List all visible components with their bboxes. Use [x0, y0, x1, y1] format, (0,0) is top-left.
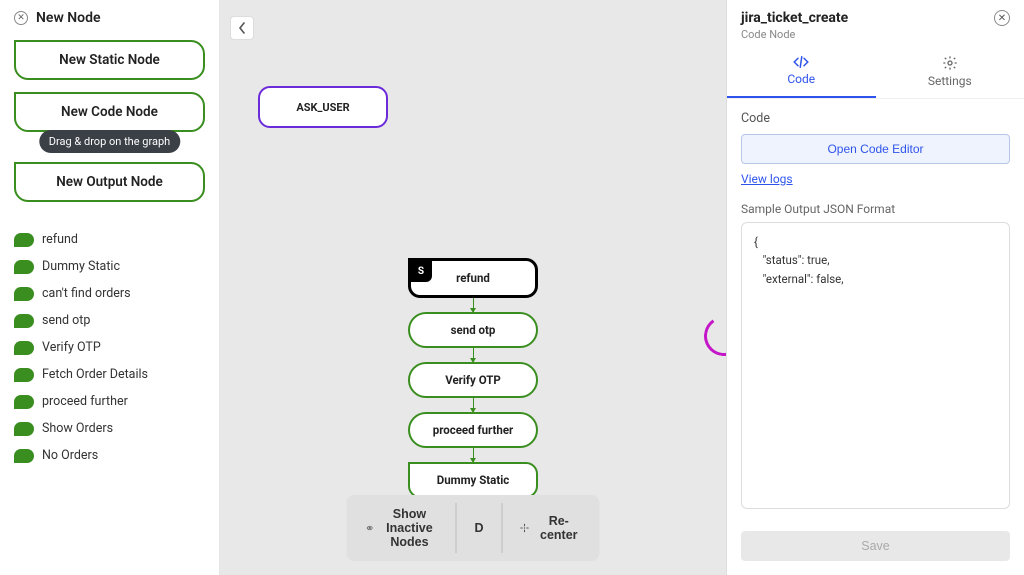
sample-output-label: Sample Output JSON Format [741, 202, 1010, 216]
leaf-icon [14, 287, 34, 301]
flow-node-verify-otp[interactable]: Verify OTP [408, 362, 538, 398]
node-item-dummy-static[interactable]: Dummy Static [14, 259, 205, 274]
new-static-label: New Static Node [59, 52, 160, 68]
new-output-node-button[interactable]: New Output Node [14, 162, 205, 202]
panel-subtitle: Code Node [741, 28, 848, 41]
node-label: Fetch Order Details [42, 367, 148, 382]
open-code-editor-button[interactable]: Open Code Editor [741, 134, 1010, 164]
new-code-label: New Code Node [61, 104, 158, 120]
leaf-icon [14, 341, 34, 355]
leaf-icon [14, 449, 34, 463]
flow-node-proceed-further[interactable]: proceed further [408, 412, 538, 448]
new-code-wrap: New Code Node Drag & drop on the graph [14, 92, 205, 144]
tab-code[interactable]: Code [727, 45, 876, 98]
connector-icon [473, 348, 474, 362]
node-label: Show Orders [42, 421, 113, 436]
tab-settings[interactable]: Settings [876, 45, 1024, 98]
sidebar-header: ✕ New Node [14, 10, 205, 26]
node-item-no-orders[interactable]: No Orders [14, 448, 205, 463]
node-item-refund[interactable]: refund [14, 232, 205, 247]
connector-icon [473, 298, 474, 312]
node-label: proceed further [42, 394, 128, 409]
node-label: Verify OTP [42, 340, 101, 355]
refund-tag: S [410, 260, 432, 282]
connector-icon [473, 398, 474, 412]
node-item-send-otp[interactable]: send otp [14, 313, 205, 328]
gear-icon [942, 55, 958, 71]
node-label: send otp [42, 313, 90, 328]
leaf-icon [14, 422, 34, 436]
save-label: Save [861, 539, 890, 553]
back-button[interactable] [230, 16, 254, 40]
panel-footer: Save [727, 521, 1024, 575]
node-item-verify-otp[interactable]: Verify OTP [14, 340, 205, 355]
node-label: can't find orders [42, 286, 131, 301]
panel-tabs: Code Settings [727, 45, 1024, 99]
close-panel-icon[interactable]: ✕ [994, 10, 1010, 26]
eye-icon [367, 521, 373, 535]
node-item-cant-find-orders[interactable]: can't find orders [14, 286, 205, 301]
tab-settings-label: Settings [928, 74, 972, 88]
show-inactive-button[interactable]: Show Inactive Nodes [359, 503, 446, 553]
view-logs-link[interactable]: View logs [741, 172, 1010, 186]
open-editor-label: Open Code Editor [827, 142, 923, 156]
code-icon [792, 55, 810, 69]
flow-label: Verify OTP [445, 373, 501, 387]
flow-node-send-otp[interactable]: send otp [408, 312, 538, 348]
flow-label: send otp [451, 323, 496, 337]
leaf-icon [14, 314, 34, 328]
flow-node-refund[interactable]: S refund [408, 258, 538, 298]
recenter-label: Re-center [538, 514, 579, 542]
panel-title: jira_ticket_create [741, 10, 848, 26]
canvas-toolbar: Show Inactive Nodes D Re-center [347, 495, 600, 561]
node-label: refund [42, 232, 78, 247]
flow-node-dummy-static[interactable]: Dummy Static [408, 462, 538, 498]
right-panel: jira_ticket_create Code Node ✕ Code Sett… [726, 0, 1024, 575]
new-output-label: New Output Node [56, 174, 163, 190]
node-list: refund Dummy Static can't find orders se… [14, 232, 205, 463]
d-button[interactable]: D [466, 503, 491, 553]
sample-json-box[interactable]: { "status": true, "external": false, [741, 222, 1010, 509]
canvas[interactable]: ASK_USER S refund send otp Verify OTP pr… [220, 0, 726, 575]
node-item-fetch-order-details[interactable]: Fetch Order Details [14, 367, 205, 382]
flow-label: proceed further [433, 423, 514, 437]
flow-label: Dummy Static [437, 473, 510, 487]
node-label: Dummy Static [42, 259, 120, 274]
new-static-node-button[interactable]: New Static Node [14, 40, 205, 80]
ask-user-node[interactable]: ASK_USER [258, 86, 388, 128]
show-inactive-label: Show Inactive Nodes [381, 507, 438, 549]
ask-user-label: ASK_USER [296, 101, 349, 114]
right-panel-header: jira_ticket_create Code Node ✕ [727, 0, 1024, 45]
panel-body: Code Open Code Editor View logs Sample O… [727, 99, 1024, 521]
node-item-proceed-further[interactable]: proceed further [14, 394, 205, 409]
flow-label: refund [456, 271, 490, 285]
recenter-icon [520, 521, 530, 535]
recenter-button[interactable]: Re-center [512, 503, 588, 553]
sidebar-title: New Node [36, 10, 101, 26]
drag-drop-tooltip: Drag & drop on the graph [39, 130, 180, 153]
leaf-icon [14, 368, 34, 382]
save-button[interactable]: Save [741, 531, 1010, 561]
connector-icon [473, 448, 474, 462]
leaf-icon [14, 260, 34, 274]
close-icon[interactable]: ✕ [14, 11, 28, 25]
node-label: No Orders [42, 448, 98, 463]
d-label: D [474, 521, 483, 535]
chevron-left-icon [238, 22, 246, 34]
leaf-icon [14, 395, 34, 409]
leaf-icon [14, 233, 34, 247]
view-logs-label: View logs [741, 172, 793, 186]
tab-code-label: Code [787, 72, 815, 86]
flow-column: S refund send otp Verify OTP proceed fur… [408, 258, 538, 512]
new-code-node-button[interactable]: New Code Node [14, 92, 205, 132]
partial-node-icon[interactable] [701, 313, 726, 359]
code-section-label: Code [741, 111, 1010, 126]
sidebar: ✕ New Node New Static Node New Code Node… [0, 0, 220, 575]
node-item-show-orders[interactable]: Show Orders [14, 421, 205, 436]
